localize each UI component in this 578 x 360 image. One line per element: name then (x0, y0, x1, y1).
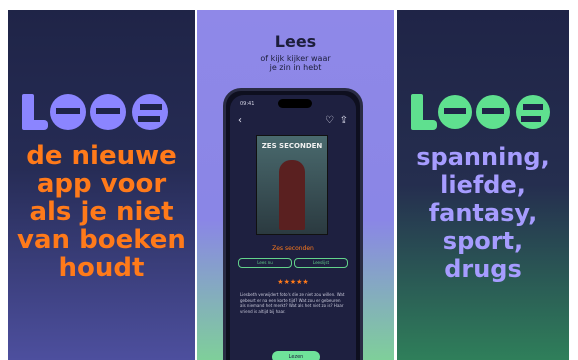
lees-logo-right (411, 94, 550, 130)
right-promo-panel: spanning, liefde, fantasy, sport, drugs (397, 10, 569, 360)
back-icon[interactable]: ‹ (238, 115, 242, 126)
book-cover-title: ZES SECONDEN (261, 142, 323, 150)
action-buttons: Lees nu Leeslijst (238, 258, 348, 268)
middle-promo-panel: Lees of kijk kijker waar je zin in hebt … (197, 10, 394, 360)
book-description: Liesbeth verwijdert foto's die ze niet z… (240, 292, 345, 314)
status-time: 09:41 (240, 101, 255, 107)
page-title: Lees (274, 32, 317, 51)
phone-mockup: 09:41 ‹ ♡ ⇪ ZES SECONDEN Zes seconden Le… (223, 88, 363, 360)
heart-icon[interactable]: ♡ (325, 115, 334, 126)
book-cover-illustration (279, 160, 305, 230)
subtitle: of kijk kijker waar je zin in hebt (260, 54, 331, 72)
left-promo-panel: de nieuwe app voor als je niet van boeke… (8, 10, 195, 360)
rating-stars[interactable]: ★★★★★ (230, 278, 356, 286)
share-icon[interactable]: ⇪ (340, 115, 348, 126)
book-name: Zes seconden (272, 245, 314, 252)
book-cover[interactable]: ZES SECONDEN (256, 135, 328, 235)
phone-screen: 09:41 ‹ ♡ ⇪ ZES SECONDEN Zes seconden Le… (230, 95, 356, 360)
read-now-button[interactable]: Lees nu (238, 258, 292, 268)
left-tagline: de nieuwe app voor als je niet van boeke… (17, 141, 186, 283)
right-tagline: spanning, liefde, fantasy, sport, drugs (416, 143, 550, 283)
phone-notch (278, 99, 312, 108)
reading-list-button[interactable]: Leeslijst (294, 258, 348, 268)
lees-logo-left (22, 94, 168, 130)
top-toolbar: ‹ ♡ ⇪ (238, 115, 348, 127)
read-cta-button[interactable]: Lezen (272, 351, 320, 360)
